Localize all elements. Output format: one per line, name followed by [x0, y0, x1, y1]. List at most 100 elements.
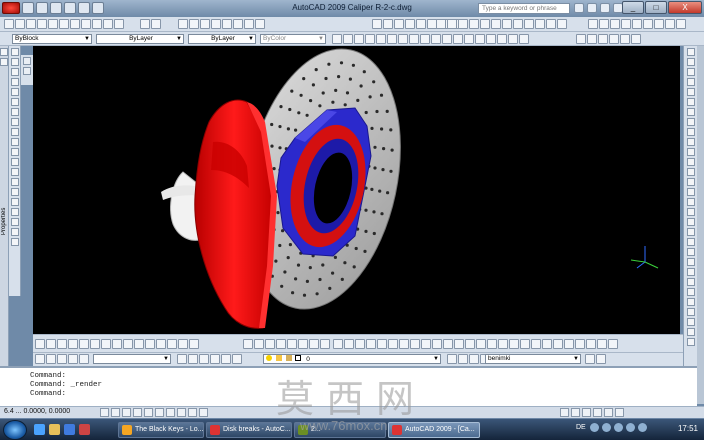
- 3d-array-icon[interactable]: [309, 339, 319, 349]
- ucs-icon[interactable]: [387, 34, 397, 44]
- slice-icon[interactable]: [320, 339, 330, 349]
- torus-icon[interactable]: [101, 339, 111, 349]
- model-toggle[interactable]: [560, 408, 569, 417]
- zoom-realtime-icon[interactable]: [189, 19, 199, 29]
- zaxis-ucs-icon[interactable]: [464, 34, 474, 44]
- brake-caliper[interactable]: [194, 99, 277, 329]
- layer-isolate-icon[interactable]: [79, 354, 89, 364]
- 3d-move-icon[interactable]: [276, 339, 286, 349]
- pin-icon[interactable]: [23, 67, 31, 75]
- zoom-out-icon[interactable]: [491, 19, 501, 29]
- single-text-icon[interactable]: [597, 339, 607, 349]
- copy-icon[interactable]: [92, 19, 102, 29]
- plotstyle-select[interactable]: ByColor ▼: [260, 34, 326, 44]
- fly-icon[interactable]: [654, 19, 664, 29]
- visual-style-select[interactable]: benimki ▼: [485, 354, 581, 364]
- hidden-icon[interactable]: [354, 34, 364, 44]
- wedge-icon[interactable]: [416, 19, 426, 29]
- erase-icon[interactable]: [686, 48, 695, 56]
- layer-previous-icon[interactable]: [447, 354, 457, 364]
- color-faces-icon[interactable]: [686, 338, 695, 346]
- text-style-icon[interactable]: [520, 339, 530, 349]
- undo-icon[interactable]: [140, 19, 150, 29]
- 3point-ucs-icon[interactable]: [475, 34, 485, 44]
- mtext-icon[interactable]: [586, 339, 596, 349]
- jogged-icon[interactable]: [388, 339, 398, 349]
- maximize-button[interactable]: □: [645, 1, 667, 14]
- line-icon[interactable]: [10, 48, 19, 56]
- vertical-scrollbar[interactable]: [697, 46, 704, 404]
- sun-icon[interactable]: [632, 19, 642, 29]
- break-at-point-icon[interactable]: [686, 158, 695, 166]
- object-ucs-icon[interactable]: [431, 34, 441, 44]
- show-desktop-icon[interactable]: [34, 424, 45, 435]
- named-style-select[interactable]: ▼: [93, 354, 171, 364]
- layer-translate-icon[interactable]: [469, 354, 479, 364]
- style-manager-icon[interactable]: [585, 354, 595, 364]
- plot-icon[interactable]: [37, 19, 47, 29]
- lock-icon[interactable]: [604, 408, 613, 417]
- dim-edit-icon[interactable]: [487, 339, 497, 349]
- extrude-icon[interactable]: [145, 339, 155, 349]
- radius-icon[interactable]: [377, 339, 387, 349]
- start-button[interactable]: [3, 420, 27, 440]
- add-selected-icon[interactable]: [10, 238, 19, 246]
- spline-icon[interactable]: [10, 128, 19, 136]
- paste-icon[interactable]: [103, 19, 113, 29]
- baseline-icon[interactable]: [432, 339, 442, 349]
- match-properties-icon[interactable]: [114, 19, 124, 29]
- shell-icon[interactable]: [686, 278, 695, 286]
- extend-icon[interactable]: [686, 148, 695, 156]
- planar-surface-icon[interactable]: [134, 339, 144, 349]
- clock[interactable]: 17:51: [678, 424, 698, 433]
- settings-icon[interactable]: [676, 19, 686, 29]
- intersect-icon[interactable]: [686, 238, 695, 246]
- named-views-icon[interactable]: [524, 19, 534, 29]
- close-palette-icon[interactable]: [0, 48, 8, 56]
- network-icon[interactable]: [590, 423, 599, 432]
- break-icon[interactable]: [686, 168, 695, 176]
- interfere-icon[interactable]: [686, 268, 695, 276]
- 2d-wireframe-icon[interactable]: [332, 34, 342, 44]
- update-icon[interactable]: [626, 423, 635, 432]
- sweep-icon[interactable]: [167, 339, 177, 349]
- polysolid-icon[interactable]: [35, 339, 45, 349]
- redo-view-icon[interactable]: [447, 19, 457, 29]
- design-center-icon[interactable]: [233, 19, 243, 29]
- 3d-wireframe-icon[interactable]: [343, 34, 353, 44]
- slice-icon[interactable]: [686, 248, 695, 256]
- layer-previous-icon[interactable]: [57, 354, 67, 364]
- linear-dim-icon[interactable]: [333, 339, 343, 349]
- sphere-icon[interactable]: [394, 19, 404, 29]
- helix-icon[interactable]: [123, 339, 133, 349]
- browser-icon[interactable]: [64, 424, 75, 435]
- orbit-icon[interactable]: [469, 19, 479, 29]
- properties-palette-tab[interactable]: Properties: [1, 195, 8, 235]
- lights-icon[interactable]: [598, 34, 608, 44]
- camera-icon[interactable]: [665, 19, 675, 29]
- union-icon[interactable]: [243, 339, 253, 349]
- quick-dim-icon[interactable]: [421, 339, 431, 349]
- zoom-all-icon[interactable]: [513, 19, 523, 29]
- chamfer-icon[interactable]: [686, 188, 695, 196]
- advanced-render-icon[interactable]: [631, 34, 641, 44]
- point-icon[interactable]: [10, 178, 19, 186]
- taskbar-button[interactable]: The Black Keys - Lo...: [118, 422, 204, 438]
- clean-screen-icon[interactable]: [615, 408, 624, 417]
- taskbar-button[interactable]: Disk breaks - AutoC...: [206, 422, 292, 438]
- properties-icon[interactable]: [222, 19, 232, 29]
- aligned-dim-icon[interactable]: [344, 339, 354, 349]
- offset-icon[interactable]: [686, 78, 695, 86]
- grid-toggle[interactable]: [111, 408, 120, 417]
- new-icon[interactable]: [4, 19, 14, 29]
- zoom-in-icon[interactable]: [480, 19, 490, 29]
- coordinates-readout[interactable]: 6.4 ... 0.0000, 0.0000: [4, 408, 70, 415]
- layer-walk-icon[interactable]: [68, 354, 78, 364]
- ellipse-arc-icon[interactable]: [10, 148, 19, 156]
- check-icon[interactable]: [686, 318, 695, 326]
- volume-icon[interactable]: [602, 423, 611, 432]
- iso-view-icon[interactable]: [557, 19, 567, 29]
- color-wheel-icon[interactable]: [221, 354, 231, 364]
- pyramid-icon[interactable]: [112, 339, 122, 349]
- presspull-icon[interactable]: [156, 339, 166, 349]
